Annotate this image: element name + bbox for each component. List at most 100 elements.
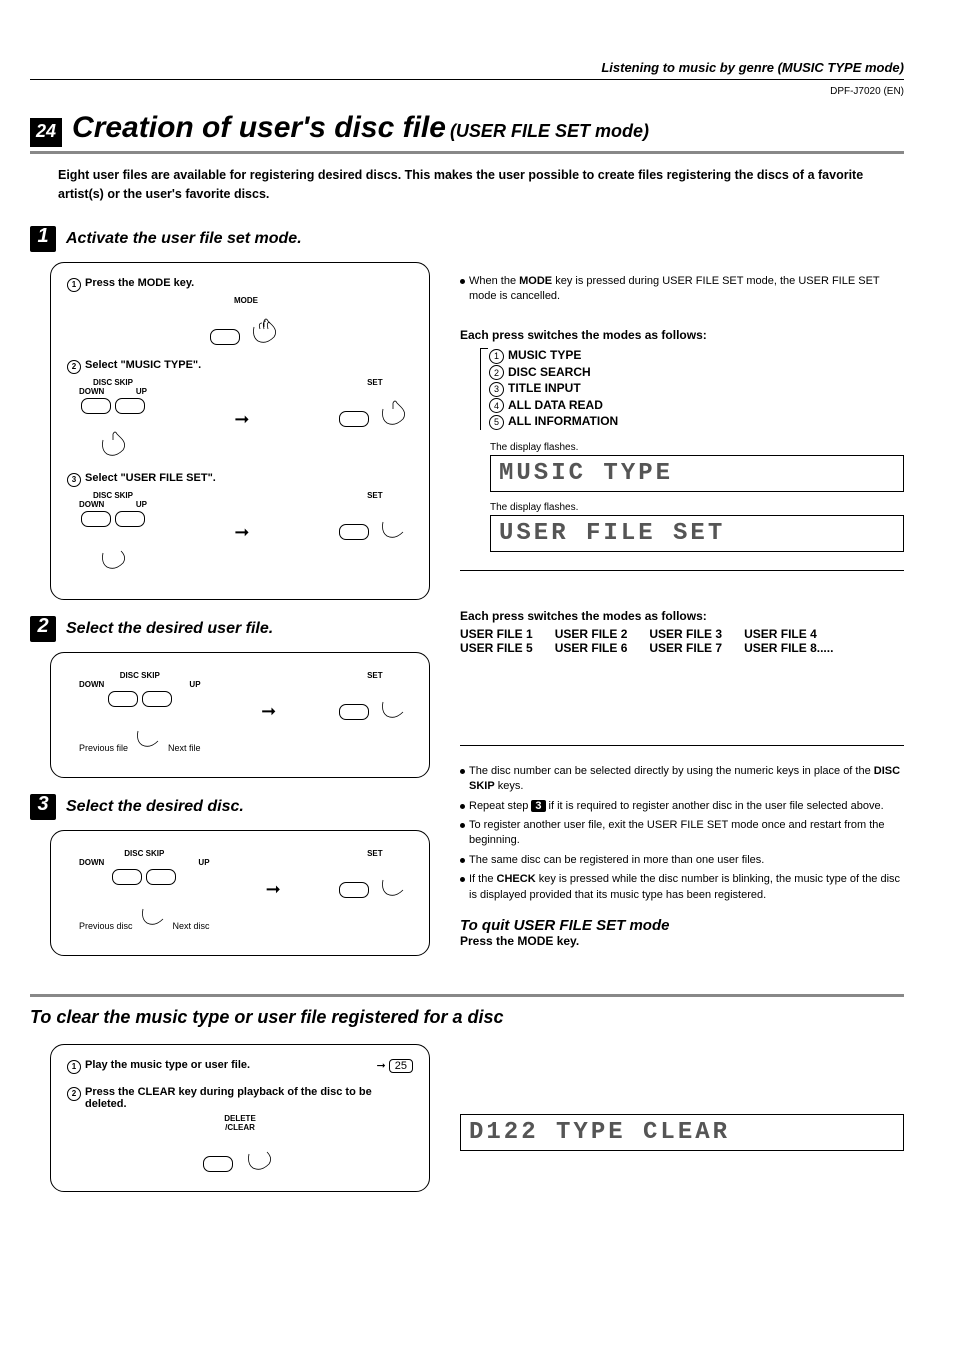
set-label: SET: [337, 378, 413, 387]
substep-2-text: Select "MUSIC TYPE".: [85, 359, 201, 371]
set-key-3: SET: [337, 671, 413, 724]
clear-substep-1-text: Play the music type or user file.: [85, 1059, 250, 1071]
circle-3-icon: 3: [489, 382, 504, 397]
next-file-label: Next file: [168, 743, 201, 753]
circle-1-icon: 1: [489, 349, 504, 364]
step-number-3: 3: [30, 794, 56, 820]
step-2-panel: DISC SKIP DOWN UP Previous file Next fil…: [50, 652, 430, 778]
user-file-grid: USER FILE 1 USER FILE 2 USER FILE 3 USER…: [460, 627, 904, 655]
up-button-icon: [115, 398, 145, 414]
circle-2-icon: 2: [489, 365, 504, 380]
model-code: DPF-J7020 (EN): [30, 86, 904, 97]
set-button-icon: [339, 411, 369, 427]
hand-icon: [93, 533, 133, 575]
circle-4-icon: 4: [489, 398, 504, 413]
hand-icon: [93, 420, 133, 462]
display-caption-2: The display flashes.: [490, 502, 904, 513]
page-title: Creation of user's disc file: [72, 111, 446, 145]
disc-skip-keys-4: DISC SKIP DOWN UP Previous disc Next dis…: [79, 849, 210, 931]
next-disc-label: Next disc: [173, 921, 210, 931]
mode-button-icon: [210, 329, 240, 345]
step-1-panel: 1 Press the MODE key. MODE 2 Select "MUSIC…: [50, 262, 430, 600]
page-subtitle: (USER FILE SET mode): [450, 121, 649, 142]
s3-note-4: The same disc can be registered in more …: [460, 853, 904, 868]
hand-icon: [133, 889, 173, 931]
display-user-file-set: USER FILE SET: [490, 515, 904, 552]
hand-icon: [373, 860, 413, 902]
disc-skip-keys-2: DISC SKIP DOWN UP: [79, 491, 147, 575]
mode-label: MODE: [208, 296, 284, 305]
arrow-icon: ➞: [255, 701, 282, 722]
breadcrumb: Listening to music by genre (MUSIC TYPE …: [30, 60, 904, 75]
down-label: DOWN: [79, 387, 104, 396]
prev-disc-label: Previous disc: [79, 921, 133, 931]
delete-clear-label: DELETE /CLEAR: [67, 1114, 413, 1132]
step-2-header: 2 Select the desired user file.: [30, 616, 430, 642]
circle-5-icon: 5: [489, 415, 504, 430]
set-key-2: SET: [337, 491, 413, 544]
hand-icon: [373, 389, 413, 431]
mode-key-diagram: MODE: [208, 296, 284, 349]
title-rule: [30, 151, 904, 154]
intro-text: Eight user files are available for regis…: [58, 166, 904, 204]
disc-skip-keys: DISC SKIP DOWN UP: [79, 378, 147, 462]
clear-panel: 1 Play the music type or user file. ➞ 25…: [50, 1044, 430, 1192]
quit-title: To quit USER FILE SET mode: [460, 917, 904, 934]
bullet-icon: [460, 279, 465, 284]
header-rule: [30, 79, 904, 80]
hand-icon: [128, 711, 168, 753]
manual-page: Listening to music by genre (MUSIC TYPE …: [0, 0, 954, 1248]
display-music-type: MUSIC TYPE: [490, 455, 904, 492]
set-key: SET: [337, 378, 413, 431]
set-key-4: SET: [337, 849, 413, 902]
step-3-title: Select the desired disc.: [66, 798, 244, 816]
title-row: 24 Creation of user's disc file (USER FI…: [30, 111, 904, 147]
clear-button-icon: [203, 1156, 233, 1172]
step-3-panel: DISC SKIP DOWN UP Previous disc Next dis…: [50, 830, 430, 956]
step-3-header: 3 Select the desired disc.: [30, 794, 430, 820]
disc-skip-keys-3: DISC SKIP DOWN UP Previous file Next fil…: [79, 671, 201, 753]
hand-icon: [239, 1134, 279, 1177]
quit-subtitle: Press the MODE key.: [460, 934, 904, 948]
page-number-badge: 24: [30, 118, 62, 147]
up-label: UP: [136, 387, 147, 396]
step-1-title: Activate the user file set mode.: [66, 230, 302, 248]
switch-header-2: Each press switches the modes as follows…: [460, 609, 904, 623]
substep-3-icon: 3: [67, 473, 81, 487]
substep-1-text: Press the MODE key.: [85, 277, 194, 289]
mode-cancel-note: When the MODE key is pressed during USER…: [460, 274, 904, 305]
step-2-title: Select the desired user file.: [66, 620, 273, 638]
hand-icon: [373, 502, 413, 544]
page-ref-25: 25: [389, 1059, 413, 1073]
clear-substep-2-icon: 2: [67, 1087, 81, 1101]
prev-file-label: Previous file: [79, 743, 128, 753]
step-number-2: 2: [30, 616, 56, 642]
disc-skip-label: DISC SKIP: [79, 378, 147, 387]
clear-substep-1-icon: 1: [67, 1060, 81, 1074]
down-button-icon: [81, 398, 111, 414]
step-number-1: 1: [30, 226, 56, 252]
section-rule: [460, 570, 904, 571]
s3-note-2: Repeat step 3 if it is required to regis…: [460, 799, 904, 814]
arrow-icon: ➞: [228, 409, 255, 430]
hand-icon: [244, 307, 284, 349]
hand-icon: [373, 682, 413, 724]
arrow-icon: ➞: [260, 879, 287, 900]
section-divider: [30, 994, 904, 997]
s3-note-1: The disc number can be selected directly…: [460, 764, 904, 795]
s3-note-3: To register another user file, exit the …: [460, 818, 904, 849]
arrow-icon: ➞: [228, 522, 255, 543]
mode-list: 1MUSIC TYPE 2DISC SEARCH 3TITLE INPUT 4A…: [480, 348, 904, 430]
substep-2-icon: 2: [67, 360, 81, 374]
substep-1-icon: 1: [67, 278, 81, 292]
clear-substep-2-text: Press the CLEAR key during playback of t…: [85, 1086, 413, 1110]
display-caption-1: The display flashes.: [490, 442, 904, 453]
step-1-header: 1 Activate the user file set mode.: [30, 226, 430, 252]
substep-3-text: Select "USER FILE SET".: [85, 472, 216, 484]
clear-section-title: To clear the music type or user file reg…: [30, 1007, 904, 1028]
s3-note-5: If the CHECK key is pressed while the di…: [460, 872, 904, 903]
display-clear: D122 TYPE CLEAR: [460, 1114, 904, 1151]
switch-header: Each press switches the modes as follows…: [460, 328, 904, 342]
arrow-icon: ➞: [376, 1060, 385, 1072]
section-rule: [460, 745, 904, 746]
